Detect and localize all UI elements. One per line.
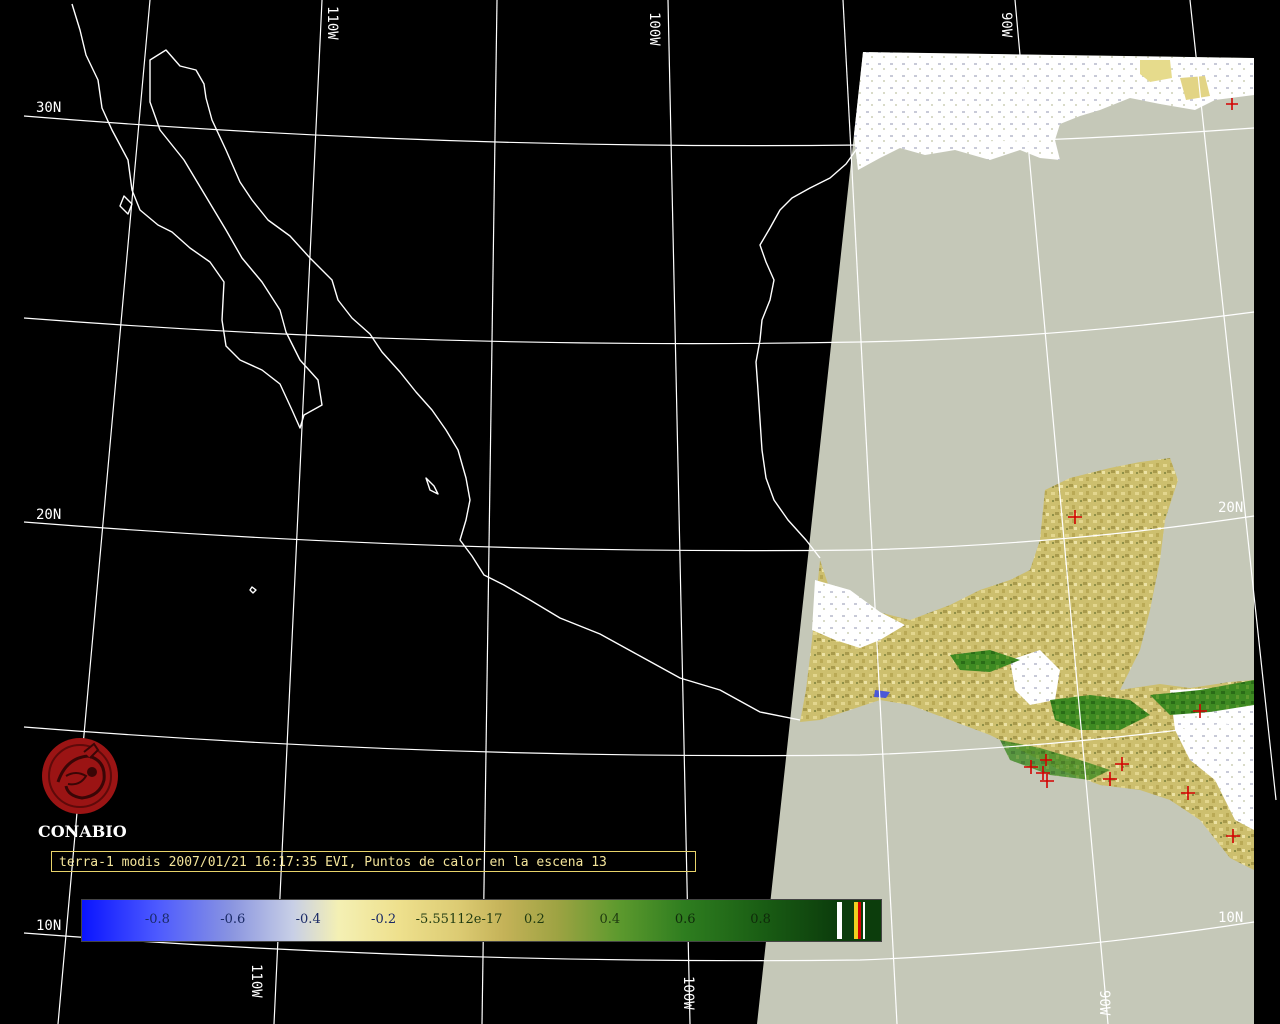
- lon-label-100w-bottom: 100W: [680, 976, 696, 1010]
- revillagigedo-islet: [249, 586, 257, 594]
- lat-label-10n-right: 10N: [1218, 910, 1243, 926]
- lon-label-90w-top: 90W: [998, 12, 1014, 38]
- legend-tick-label: -0.8: [144, 912, 170, 927]
- legend-tick-label: -5.55112e-17: [415, 912, 503, 927]
- legend-tick-label: 0.4: [599, 912, 621, 927]
- legend-swatch-hotspot: [858, 902, 861, 939]
- legend-tick-label: 0.6: [674, 912, 696, 927]
- legend-swatch-cloud: [837, 902, 842, 939]
- lat-label-30n-left: 30N: [36, 100, 61, 116]
- conabio-wordmark: CONABIO: [38, 822, 127, 841]
- legend-tick-label: -0.2: [371, 912, 397, 927]
- lat-label-20n-right: 20N: [1218, 500, 1243, 516]
- evi-color-legend: -0.8 -0.6 -0.4 -0.2 -5.55112e-17 0.2 0.4 0.6 0.8: [81, 899, 882, 942]
- legend-tick-label: -0.4: [295, 912, 321, 927]
- lon-label-100w-top: 100W: [646, 12, 662, 46]
- marias-islands: [425, 477, 439, 495]
- baja-california-coast: [71, 3, 323, 429]
- legend-swatch-white: [863, 902, 865, 939]
- lon-label-110w-top: 110W: [324, 6, 340, 40]
- legend-tick-label: -0.6: [220, 912, 246, 927]
- tiburon-island: [119, 195, 133, 215]
- lat-label-20n-left: 20N: [36, 507, 61, 523]
- conabio-logo: [42, 738, 118, 814]
- lon-label-90w-bottom: 90W: [1096, 990, 1112, 1016]
- sonora-sinaloa-coast: [205, 97, 801, 721]
- satellite-scene-swath: [757, 52, 1254, 1024]
- legend-tick-label: 0.8: [750, 912, 771, 927]
- lat-label-10n-left: 10N: [36, 918, 61, 934]
- legend-tick-label: 0.2: [524, 912, 545, 927]
- scene-caption: terra-1 modis 2007/01/21 16:17:35 EVI, P…: [51, 851, 696, 872]
- lon-label-110w-bottom: 110W: [248, 964, 264, 998]
